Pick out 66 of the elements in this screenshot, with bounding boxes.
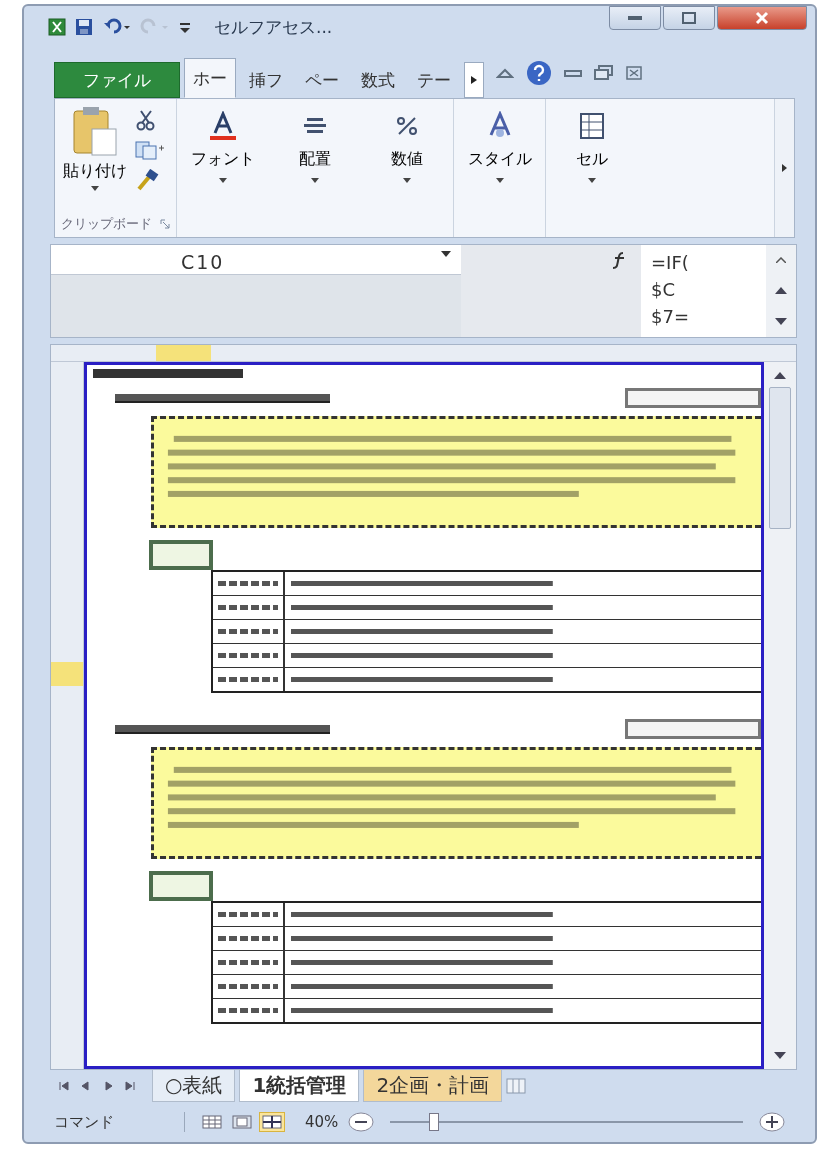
- window-restore-icon[interactable]: [594, 65, 614, 81]
- zoom-slider-thumb[interactable]: [428, 1113, 439, 1131]
- minimize-icon: [628, 15, 642, 21]
- excel-logo-icon: [48, 18, 66, 36]
- selected-column-header: [156, 345, 211, 361]
- copy-icon[interactable]: [135, 139, 165, 161]
- caret-icon: [91, 186, 99, 191]
- caret-icon: [587, 178, 596, 183]
- save-icon[interactable]: [74, 17, 94, 37]
- ribbon-group-button[interactable]: フォント: [177, 99, 269, 237]
- score-cell[interactable]: [149, 540, 213, 570]
- clipboard-icon: [70, 105, 120, 157]
- zoom-out-icon[interactable]: [348, 1112, 375, 1132]
- sheet-link-button[interactable]: [625, 719, 761, 739]
- ribbon-group-button[interactable]: スタイル: [453, 99, 545, 237]
- ribbon-tab[interactable]: 数式: [352, 62, 404, 98]
- minimize-ribbon-icon[interactable]: [496, 67, 514, 79]
- minimize-button[interactable]: [609, 6, 661, 30]
- ribbon-group-button[interactable]: 配置: [269, 99, 361, 237]
- ribbon-tab[interactable]: ペー: [296, 62, 348, 98]
- file-tab[interactable]: ファイル: [54, 62, 180, 98]
- status-mode: コマンド: [54, 1112, 115, 1132]
- maximize-icon: [682, 12, 696, 24]
- maximize-button[interactable]: [663, 6, 715, 30]
- normal-view-icon: [202, 1115, 222, 1129]
- sheet-link-button[interactable]: [625, 388, 761, 408]
- group-label: クリップボード: [61, 215, 152, 233]
- zoom-in-icon[interactable]: [759, 1112, 785, 1132]
- page-layout-icon: [232, 1115, 252, 1129]
- dialog-launcher-icon[interactable]: [160, 219, 170, 229]
- ribbon-tab[interactable]: 挿フ: [240, 62, 292, 98]
- font-color-icon: [207, 111, 239, 141]
- page-break-icon: [262, 1115, 282, 1129]
- view-button[interactable]: [259, 1112, 285, 1132]
- caret-icon: [403, 178, 411, 183]
- help-icon[interactable]: [526, 60, 552, 86]
- caret-icon: [219, 178, 227, 183]
- zoom-level[interactable]: 40%: [305, 1113, 339, 1131]
- caret-icon: [782, 164, 787, 172]
- sheet-tab[interactable]: 1統括管理: [239, 1070, 360, 1102]
- align-icon: [304, 118, 326, 133]
- customize-toolbar-icon[interactable]: [178, 20, 192, 34]
- vertical-scrollbar[interactable]: [764, 362, 796, 1069]
- format-painter-icon[interactable]: [135, 169, 159, 191]
- more-tabs-button[interactable]: [464, 62, 484, 98]
- close-icon: [755, 11, 769, 25]
- scroll-up-icon[interactable]: [774, 372, 786, 379]
- ribbon-group-button[interactable]: 数値: [361, 99, 453, 237]
- close-button[interactable]: [717, 6, 807, 30]
- selected-row-header: [51, 662, 83, 686]
- ribbon-group-button[interactable]: セル: [545, 99, 637, 237]
- scroll-thumb[interactable]: [769, 387, 791, 529]
- caret-icon: [495, 178, 504, 183]
- paste-button[interactable]: 貼り付け: [61, 103, 129, 193]
- sheet-tab[interactable]: ○表紙: [152, 1070, 236, 1102]
- ribbon-tab[interactable]: ホー: [184, 58, 236, 98]
- caret-icon: [311, 178, 319, 183]
- scroll-down-icon[interactable]: [774, 1052, 786, 1059]
- ribbon-tab[interactable]: テー: [408, 62, 460, 98]
- cut-icon[interactable]: [135, 109, 157, 131]
- sheet-tab[interactable]: 2企画・計画: [363, 1070, 503, 1102]
- window-minimize-icon[interactable]: [564, 68, 582, 78]
- caret-icon: [471, 76, 477, 84]
- window-close-icon[interactable]: [626, 66, 642, 80]
- window-title: セルフアセス...: [214, 15, 333, 39]
- score-cell[interactable]: [149, 871, 213, 901]
